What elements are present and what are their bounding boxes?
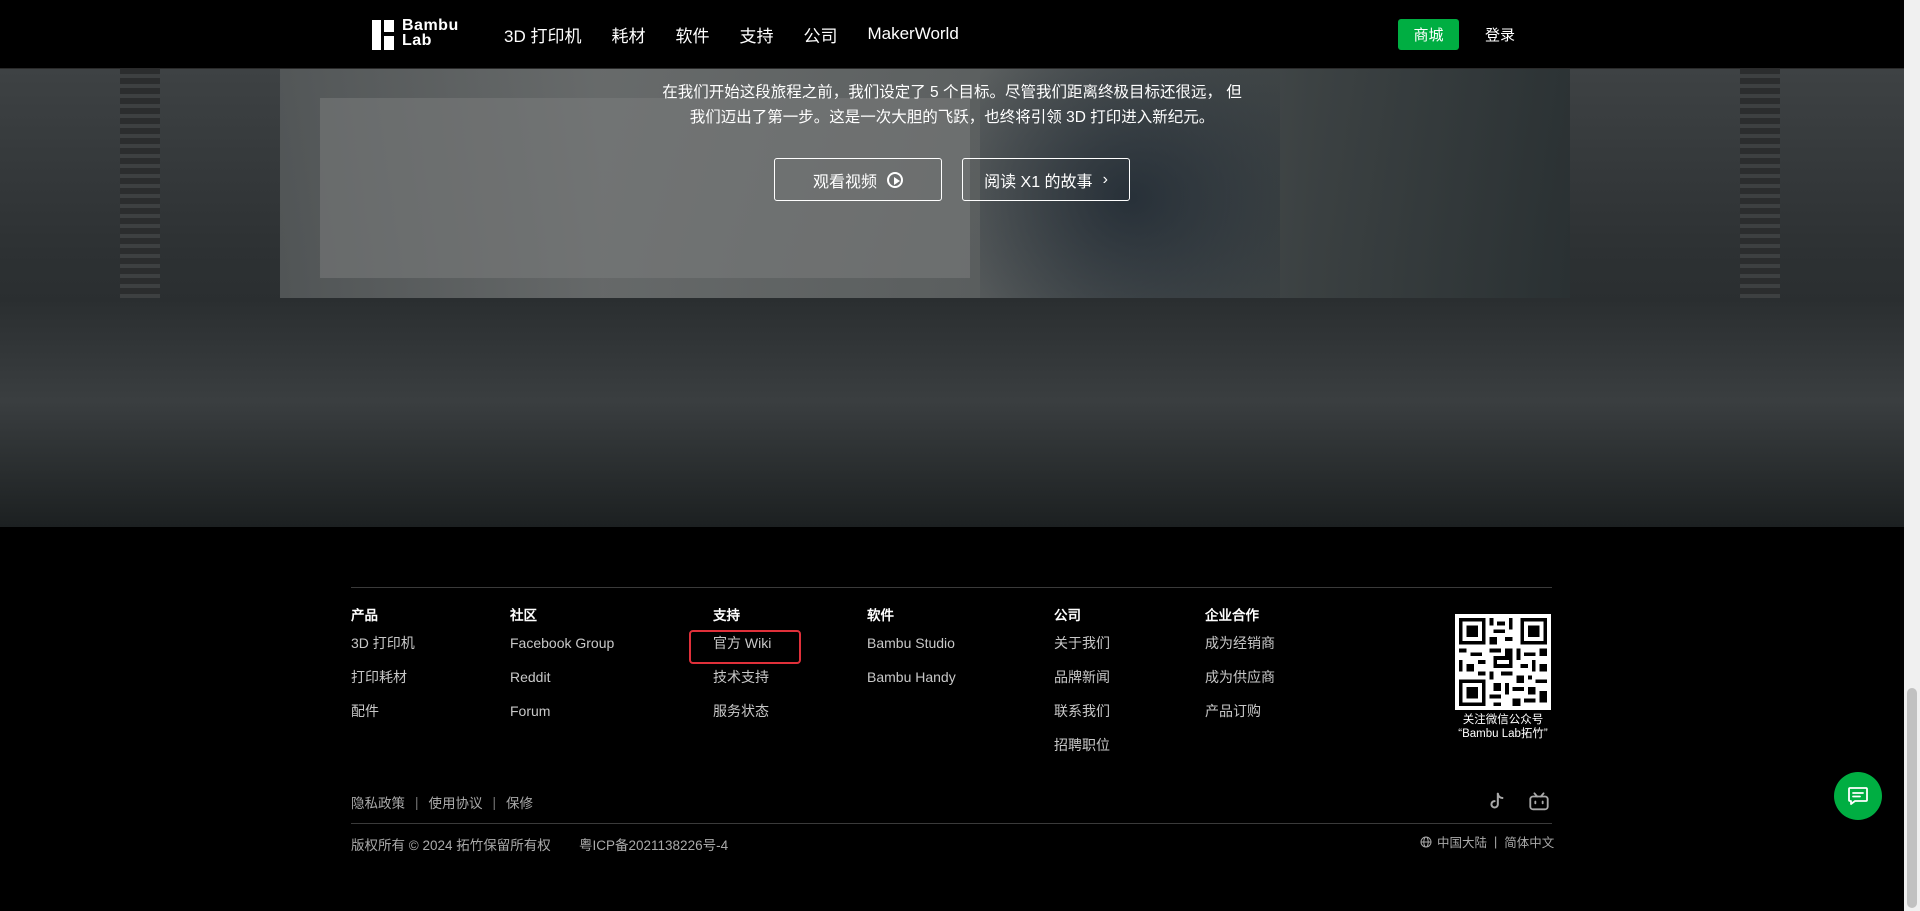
read-x1-story-button[interactable]: 阅读 X1 的故事 › [962,158,1130,201]
top-navigation: Bambu Lab 3D 打印机 耗材 软件 支持 公司 MakerWorld … [0,0,1904,69]
chevron-right-icon: › [1102,170,1108,188]
terms-of-use-link[interactable]: 使用协议 [429,792,483,812]
highlight-box [689,630,801,664]
footer-col-company: 公司 关于我们 品牌新闻 联系我们 招聘职位 [1054,604,1110,770]
privacy-policy-link[interactable]: 隐私政策 [351,792,405,812]
scrollbar-thumb[interactable] [1907,688,1917,908]
bambu-lab-logo[interactable]: Bambu Lab [372,18,476,50]
footer-col-software: 软件 Bambu Studio Bambu Handy [867,604,956,702]
footer-link[interactable]: 打印耗材 [351,668,415,702]
footer-link[interactable]: 招聘职位 [1054,736,1110,770]
nav-support[interactable]: 支持 [739,22,773,47]
icp-license-link[interactable]: 粤ICP备2021138226号-4 [579,834,728,854]
printer-build-plate [0,298,1904,527]
footer-link[interactable]: 技术支持 [713,668,771,702]
footer-link[interactable]: Facebook Group [510,634,614,668]
footer-link[interactable]: 服务状态 [713,702,771,736]
watch-video-button[interactable]: 观看视频 [774,158,942,201]
language-selector[interactable]: 简体中文 [1504,832,1554,851]
nav-company[interactable]: 公司 [803,22,837,47]
footer-col-products: 产品 3D 打印机 打印耗材 配件 [351,604,415,736]
chat-icon [1848,787,1868,805]
footer-link[interactable]: Bambu Handy [867,668,956,702]
login-link[interactable]: 登录 [1485,24,1515,45]
footer-bottom-divider [351,823,1552,824]
globe-icon [1420,836,1432,847]
play-icon [887,171,903,188]
logo-mark-icon [372,20,394,50]
shop-button[interactable]: 商城 [1398,19,1459,50]
legal-links: 隐私政策 | 使用协议 | 保修 [351,792,533,812]
footer-link[interactable]: 成为供应商 [1205,668,1275,702]
footer-link[interactable]: 联系我们 [1054,702,1110,736]
wechat-qr-code [1455,614,1551,710]
footer-link[interactable]: Reddit [510,668,614,702]
footer-col-title: 公司 [1054,608,1081,623]
footer-link[interactable]: 3D 打印机 [351,634,415,668]
chat-support-button[interactable] [1834,772,1882,820]
logo-wordmark: Bambu Lab [402,17,459,49]
footer-col-support: 支持 官方 Wiki 技术支持 服务状态 [713,604,771,736]
hero-section: 在我们开始这段旅程之前，我们设定了 5 个目标。尽管我们距离终极目标还很远， 但… [0,68,1904,527]
footer-col-title: 产品 [351,608,378,623]
footer-divider [351,587,1552,588]
footer-col-community: 社区 Facebook Group Reddit Forum [510,604,614,736]
footer-link[interactable]: Forum [510,702,614,736]
main-menu: 3D 打印机 耗材 软件 支持 公司 MakerWorld [504,0,989,68]
warranty-link[interactable]: 保修 [506,792,533,812]
footer-link[interactable]: 成为经销商 [1205,634,1275,668]
footer [0,527,1904,911]
hero-description: 在我们开始这段旅程之前，我们设定了 5 个目标。尽管我们距离终极目标还很远， 但… [662,84,1242,126]
footer-col-business: 企业合作 成为经销商 成为供应商 产品订购 [1205,604,1275,736]
footer-link[interactable]: 关于我们 [1054,634,1110,668]
nav-software[interactable]: 软件 [675,22,709,47]
footer-col-title: 软件 [867,608,894,623]
footer-link[interactable]: 配件 [351,702,415,736]
nav-3d-printers[interactable]: 3D 打印机 [504,22,581,47]
nav-filament[interactable]: 耗材 [611,22,645,47]
copyright-text: 版权所有 © 2024 拓竹保留所有权 [351,838,551,853]
tiktok-icon[interactable] [1485,791,1507,813]
qr-caption: 关注微信公众号 “Bambu Lab拓竹” [1458,714,1548,740]
footer-col-title: 企业合作 [1205,608,1259,623]
footer-col-title: 支持 [713,608,740,623]
footer-col-title: 社区 [510,608,537,623]
bilibili-icon[interactable] [1528,791,1550,813]
locale-selector: 中国大陆 | 简体中文 [1420,832,1554,851]
region-selector[interactable]: 中国大陆 [1437,832,1487,851]
nav-makerworld[interactable]: MakerWorld [867,24,958,44]
footer-link[interactable]: 品牌新闻 [1054,668,1110,702]
footer-link[interactable]: 产品订购 [1205,702,1275,736]
footer-link[interactable]: Bambu Studio [867,634,956,668]
